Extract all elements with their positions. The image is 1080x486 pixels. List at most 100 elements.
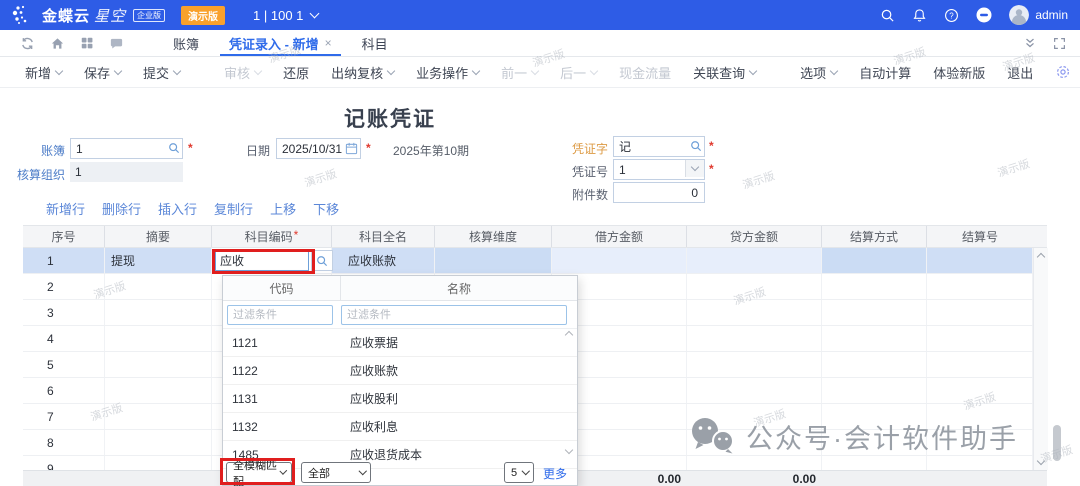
move-up-link[interactable]: 上移 — [270, 199, 296, 218]
lookup-search-icon[interactable] — [690, 140, 702, 152]
page-size-select[interactable]: 5 — [504, 462, 534, 483]
grid-cell[interactable]: 8 — [23, 430, 105, 455]
grid-cell[interactable] — [927, 300, 1033, 325]
org-selector[interactable]: 1 | 100 1 — [253, 8, 318, 23]
grid-cell[interactable] — [105, 430, 212, 455]
grid-cell[interactable] — [552, 248, 687, 273]
lookup-option[interactable]: 1122应收账款 — [223, 357, 577, 385]
grid-cell[interactable] — [687, 274, 822, 299]
grid-cell[interactable] — [822, 456, 927, 470]
grid-cell[interactable]: 应收账款 — [332, 248, 435, 273]
help-icon[interactable]: ? — [944, 8, 959, 23]
refresh-icon[interactable] — [20, 36, 35, 51]
scope-select[interactable]: 全部 — [301, 462, 371, 483]
grid-cell[interactable] — [927, 456, 1033, 470]
lookup-option[interactable]: 1131应收股利 — [223, 385, 577, 413]
previous-button[interactable]: 前一 — [501, 63, 538, 82]
tab-voucher-entry-new[interactable]: 凭证录入 - 新增 × — [214, 30, 347, 56]
grid-cell[interactable]: 提现 — [105, 248, 212, 273]
cash-flow-button[interactable]: 现金流量 — [619, 63, 671, 82]
grid-cell[interactable] — [822, 326, 927, 351]
lookup-option[interactable]: 1132应收利息 — [223, 413, 577, 441]
add-row-link[interactable]: 新增行 — [46, 199, 85, 218]
grid-cell[interactable] — [105, 404, 212, 429]
audit-button[interactable]: 审核 — [224, 63, 261, 82]
grid-cell[interactable] — [927, 352, 1033, 377]
home-icon[interactable] — [50, 36, 65, 51]
grid-scrollbar[interactable] — [1033, 248, 1048, 470]
fullscreen-icon[interactable] — [1053, 37, 1066, 50]
page-scrollbar-thumb[interactable] — [1053, 425, 1061, 461]
name-filter-input[interactable] — [341, 305, 567, 325]
cashier-review-button[interactable]: 出纳复核 — [331, 63, 394, 82]
options-button[interactable]: 选项 — [800, 63, 837, 82]
lookup-option[interactable]: 1121应收票据 — [223, 329, 577, 357]
copy-row-link[interactable]: 复制行 — [214, 199, 253, 218]
delete-row-link[interactable]: 删除行 — [102, 199, 141, 218]
grid-cell[interactable] — [105, 352, 212, 377]
search-icon[interactable] — [880, 8, 895, 23]
grid-cell[interactable]: 2 — [23, 274, 105, 299]
grid-cell[interactable] — [105, 456, 212, 470]
grid-cell[interactable] — [822, 274, 927, 299]
try-new-version-button[interactable]: 体验新版 — [933, 63, 985, 82]
new-button[interactable]: 新增 — [25, 63, 62, 82]
grid-cell[interactable] — [105, 300, 212, 325]
grid-cell[interactable]: 3 — [23, 300, 105, 325]
account-lookup-button[interactable] — [311, 250, 333, 271]
grid-cell[interactable] — [105, 274, 212, 299]
grid-cell[interactable]: 7 — [23, 404, 105, 429]
book-input[interactable] — [70, 138, 183, 159]
tab-ledger[interactable]: 账簿 — [158, 30, 214, 56]
message-icon[interactable] — [109, 36, 124, 51]
status-dnd-icon[interactable] — [976, 7, 992, 23]
grid-cell[interactable] — [105, 378, 212, 403]
submit-button[interactable]: 提交 — [143, 63, 180, 82]
apps-grid-icon[interactable] — [80, 36, 94, 50]
save-button[interactable]: 保存 — [84, 63, 121, 82]
close-icon[interactable]: × — [325, 36, 332, 50]
grid-cell[interactable]: 5 — [23, 352, 105, 377]
grid-cell[interactable] — [687, 326, 822, 351]
grid-row-1-selected[interactable]: 1 提现 应收账款 — [23, 248, 1033, 274]
scroll-down-icon[interactable] — [1037, 457, 1045, 465]
auto-calc-button[interactable]: 自动计算 — [859, 63, 911, 82]
grid-cell[interactable] — [927, 248, 1033, 273]
next-button[interactable]: 后一 — [560, 63, 597, 82]
grid-cell[interactable] — [105, 326, 212, 351]
notification-bell-icon[interactable] — [912, 8, 927, 23]
related-query-button[interactable]: 关联查询 — [693, 63, 756, 82]
business-ops-button[interactable]: 业务操作 — [416, 63, 479, 82]
grid-cell[interactable] — [927, 326, 1033, 351]
grid-cell[interactable] — [822, 352, 927, 377]
grid-cell[interactable] — [687, 352, 822, 377]
grid-cell[interactable] — [927, 378, 1033, 403]
insert-row-link[interactable]: 插入行 — [158, 199, 197, 218]
match-mode-select[interactable]: 全模糊匹配 — [226, 462, 292, 483]
grid-cell[interactable] — [687, 378, 822, 403]
voucher-no-dropdown[interactable] — [685, 160, 704, 177]
grid-cell[interactable] — [687, 248, 822, 273]
grid-cell[interactable]: 1 — [23, 248, 105, 273]
attachments-input[interactable] — [613, 182, 705, 203]
grid-cell[interactable] — [822, 248, 927, 273]
account-code-input[interactable] — [215, 250, 309, 271]
grid-cell[interactable] — [687, 456, 822, 470]
user-menu[interactable]: admin — [1009, 5, 1068, 25]
tab-accounts[interactable]: 科目 — [347, 30, 403, 56]
lookup-search-icon[interactable] — [168, 142, 180, 154]
exit-button[interactable]: 退出 — [1007, 63, 1033, 82]
account-code-editor-cell[interactable] — [212, 248, 332, 273]
grid-cell[interactable]: 6 — [23, 378, 105, 403]
grid-cell[interactable] — [687, 300, 822, 325]
move-down-link[interactable]: 下移 — [313, 199, 339, 218]
gear-icon[interactable] — [1055, 64, 1071, 80]
more-link[interactable]: 更多 — [543, 465, 567, 482]
grid-cell[interactable] — [927, 274, 1033, 299]
code-filter-input[interactable] — [227, 305, 333, 325]
calendar-icon[interactable] — [345, 142, 358, 155]
grid-cell[interactable] — [822, 378, 927, 403]
collapse-double-chevron-icon[interactable] — [1023, 36, 1037, 50]
scroll-up-icon[interactable] — [1037, 253, 1045, 261]
restore-button[interactable]: 还原 — [283, 63, 309, 82]
